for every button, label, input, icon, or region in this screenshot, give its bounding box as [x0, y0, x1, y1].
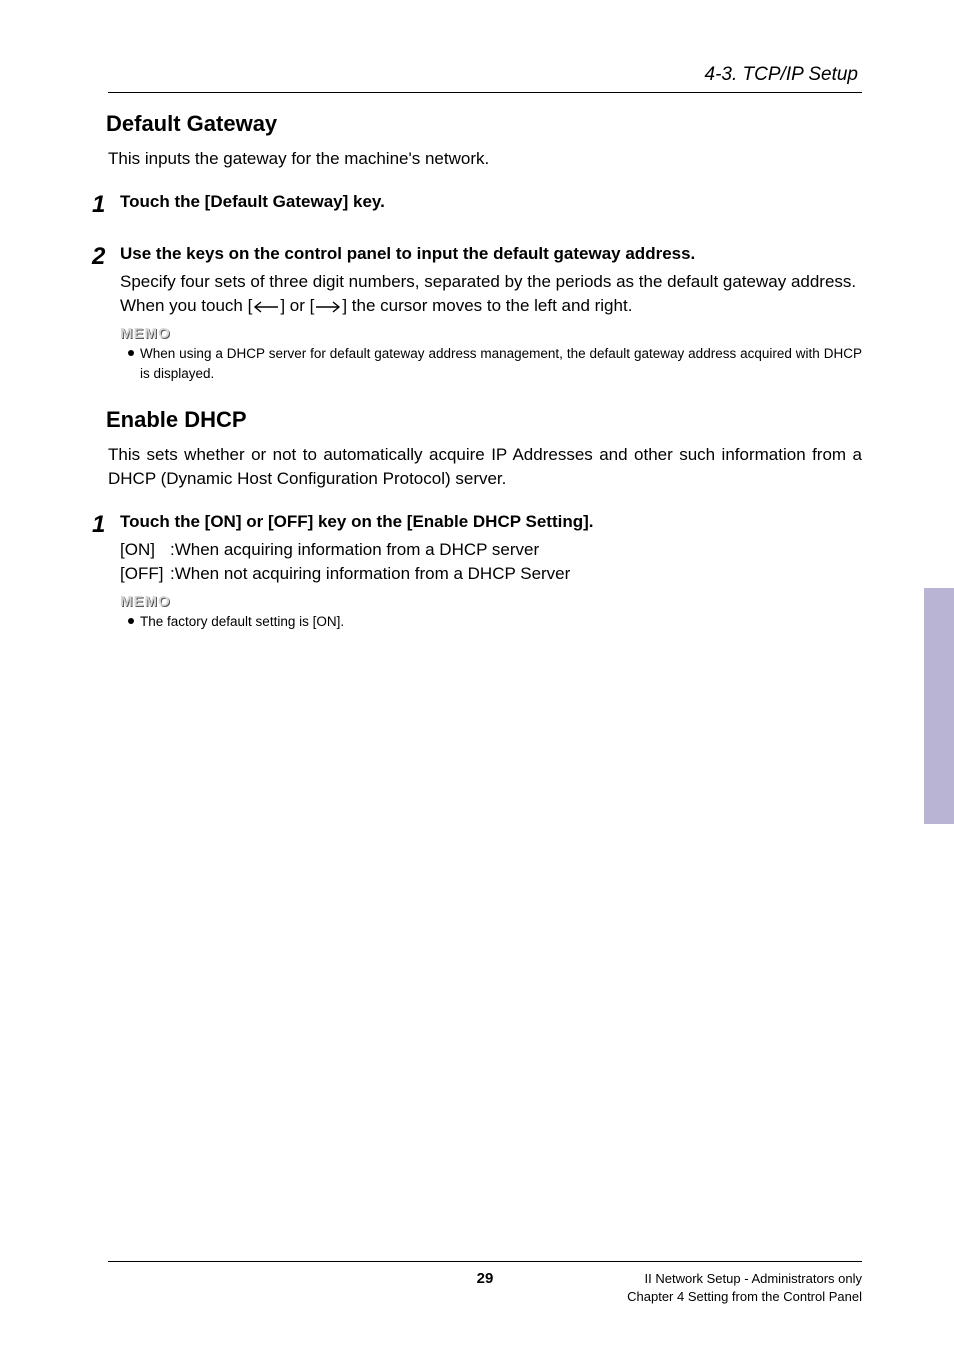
step-2: 2 Use the keys on the control panel to i…	[92, 243, 862, 383]
option-text: :When acquiring information from a DHCP …	[170, 540, 539, 559]
option-label: [ON]	[120, 538, 170, 563]
step-number: 1	[92, 191, 120, 217]
option-on: [ON]:When acquiring information from a D…	[120, 538, 862, 563]
text-fragment: When you touch [	[120, 296, 252, 315]
memo-label: MEMO	[120, 325, 862, 342]
step-paragraph: Specify four sets of three digit numbers…	[120, 270, 862, 295]
step-title: Use the keys on the control panel to inp…	[120, 243, 862, 266]
side-tab	[924, 588, 954, 824]
page-number: 29	[108, 1270, 862, 1287]
arrow-right-icon	[314, 301, 342, 313]
memo-text: The factory default setting is [ON].	[140, 612, 344, 632]
step-title: Touch the [ON] or [OFF] key on the [Enab…	[120, 511, 862, 534]
bullet-icon	[128, 344, 140, 383]
memo-text: When using a DHCP server for default gat…	[140, 344, 862, 383]
text-fragment: ] the cursor moves to the left and right…	[342, 296, 632, 315]
step-dhcp-1: 1 Touch the [ON] or [OFF] key on the [En…	[92, 511, 862, 632]
memo-block: MEMO When using a DHCP server for defaul…	[120, 325, 862, 383]
bullet-icon	[128, 612, 140, 632]
text-fragment: ] or [	[280, 296, 314, 315]
step-number: 1	[92, 511, 120, 537]
page-footer: 29 II Network Setup - Administrators onl…	[108, 1261, 862, 1306]
intro-enable-dhcp: This sets whether or not to automaticall…	[108, 443, 862, 491]
footer-rule	[108, 1261, 862, 1262]
intro-default-gateway: This inputs the gateway for the machine'…	[108, 147, 862, 171]
memo-block: MEMO The factory default setting is [ON]…	[120, 593, 862, 632]
memo-label: MEMO	[120, 593, 862, 610]
memo-item: The factory default setting is [ON].	[120, 612, 862, 632]
heading-enable-dhcp: Enable DHCP	[106, 407, 862, 433]
step-title: Touch the [Default Gateway] key.	[120, 191, 862, 214]
arrow-left-icon	[252, 301, 280, 313]
footer-line-2: Chapter 4 Setting from the Control Panel	[627, 1288, 862, 1306]
running-header: 4-3. TCP/IP Setup	[108, 64, 862, 86]
header-rule	[108, 92, 862, 93]
memo-item: When using a DHCP server for default gat…	[120, 344, 862, 383]
heading-default-gateway: Default Gateway	[106, 111, 862, 137]
step-cursor-line: When you touch [ ] or [ ] the cursor moves…	[120, 294, 862, 319]
step-number: 2	[92, 243, 120, 269]
option-off: [OFF]:When not acquiring information fro…	[120, 562, 862, 587]
option-text: :When not acquiring information from a D…	[170, 564, 570, 583]
step-1: 1 Touch the [Default Gateway] key.	[92, 191, 862, 217]
option-label: [OFF]	[120, 562, 170, 587]
